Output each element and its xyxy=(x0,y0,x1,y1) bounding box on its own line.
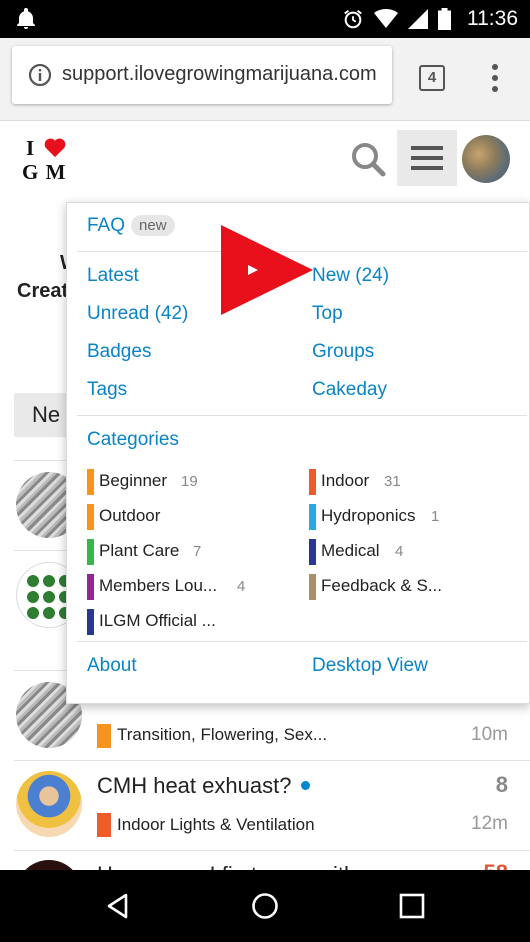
category-color-swatch xyxy=(87,504,94,530)
menu-item-top[interactable]: Top xyxy=(312,303,343,325)
hamburger-icon xyxy=(411,146,443,170)
category-count: 1 xyxy=(431,508,440,525)
category-count: 31 xyxy=(384,473,401,490)
category-color-swatch xyxy=(309,469,316,495)
topic-category[interactable]: Indoor Lights & Ventilation xyxy=(117,815,315,835)
system-navigation-bar xyxy=(0,870,530,942)
clock: 11:36 xyxy=(467,7,518,30)
search-icon[interactable] xyxy=(350,141,386,177)
back-icon[interactable] xyxy=(104,892,132,920)
site-header: I G M xyxy=(0,121,530,199)
category-name[interactable]: Feedback & S... xyxy=(321,576,442,596)
new-badge: new xyxy=(131,215,175,237)
category-color-swatch xyxy=(87,609,94,635)
categories-heading[interactable]: Categories xyxy=(87,429,179,451)
site-logo[interactable]: I G M xyxy=(22,136,70,184)
topic-title-text[interactable]: CMH heat exhuast? xyxy=(97,773,291,798)
browser-toolbar: support.ilovegrowingmarijuana.com 4 xyxy=(0,38,530,121)
hamburger-menu-button[interactable] xyxy=(397,130,457,186)
category-color-swatch xyxy=(87,539,94,565)
heart-icon xyxy=(44,138,66,158)
topic-title[interactable]: CMH heat exhuast? xyxy=(97,773,311,799)
recents-icon[interactable] xyxy=(398,892,426,920)
category-color-swatch xyxy=(97,724,111,748)
background-subheading-fragment: Creat xyxy=(17,280,69,302)
category-name[interactable]: Plant Care xyxy=(99,541,179,561)
menu-item-latest[interactable]: Latest xyxy=(87,265,139,287)
topic-category[interactable]: Transition, Flowering, Sex... xyxy=(117,725,327,745)
avatar[interactable] xyxy=(16,771,82,837)
wifi-icon xyxy=(374,9,398,28)
alarm-icon xyxy=(344,9,362,29)
category-name[interactable]: ILGM Official ... xyxy=(99,611,216,631)
menu-item-about[interactable]: About xyxy=(87,655,137,677)
divider xyxy=(14,850,530,851)
notification-bell-icon xyxy=(17,8,35,29)
new-topic-button[interactable]: Ne xyxy=(14,393,74,437)
topic-age[interactable]: 10m xyxy=(471,724,508,746)
category-name[interactable]: Medical xyxy=(321,541,380,561)
category-count: 19 xyxy=(181,473,198,490)
topic-age[interactable]: 12m xyxy=(471,813,508,835)
category-name[interactable]: Beginner xyxy=(99,471,167,491)
menu-item-new[interactable]: New (24) xyxy=(312,265,389,287)
category-color-swatch xyxy=(309,574,316,600)
category-color-swatch xyxy=(309,539,316,565)
category-count: 7 xyxy=(193,543,202,560)
divider xyxy=(77,415,527,416)
url-text[interactable]: support.ilovegrowingmarijuana.com xyxy=(62,63,388,86)
reply-count[interactable]: 8 xyxy=(496,772,508,798)
category-name[interactable]: Indoor xyxy=(321,471,369,491)
category-count: 4 xyxy=(237,578,246,595)
menu-item-cakeday[interactable]: Cakeday xyxy=(312,379,387,401)
menu-item-badges[interactable]: Badges xyxy=(87,341,151,363)
red-arrow-annotation-icon xyxy=(221,225,313,315)
user-avatar[interactable] xyxy=(462,135,510,183)
logo-line2: G M xyxy=(22,160,67,184)
cellular-signal-icon xyxy=(408,9,428,29)
more-options-icon[interactable] xyxy=(488,63,502,93)
menu-item-tags[interactable]: Tags xyxy=(87,379,127,401)
unread-indicator xyxy=(301,781,311,791)
tab-switcher-button[interactable]: 4 xyxy=(419,65,445,91)
info-icon[interactable] xyxy=(28,63,52,87)
divider xyxy=(14,760,530,761)
category-name[interactable]: Hydroponics xyxy=(321,506,416,526)
battery-icon xyxy=(438,8,451,30)
menu-item-groups[interactable]: Groups xyxy=(312,341,374,363)
category-color-swatch xyxy=(87,574,94,600)
menu-item-faq[interactable]: FAQ new xyxy=(87,215,175,237)
home-icon[interactable] xyxy=(251,892,279,920)
category-name[interactable]: Members Lou... xyxy=(99,576,217,596)
logo-line1: I xyxy=(26,136,35,160)
category-color-swatch xyxy=(309,504,316,530)
faq-label[interactable]: FAQ xyxy=(87,215,125,236)
status-bar: 11:36 xyxy=(0,0,530,38)
divider xyxy=(77,641,527,642)
category-color-swatch xyxy=(97,813,111,837)
menu-item-desktop-view[interactable]: Desktop View xyxy=(312,655,428,677)
menu-item-unread[interactable]: Unread (42) xyxy=(87,303,188,325)
category-color-swatch xyxy=(87,469,94,495)
category-count: 4 xyxy=(395,543,404,560)
address-bar[interactable]: support.ilovegrowingmarijuana.com xyxy=(12,46,392,104)
category-name[interactable]: Outdoor xyxy=(99,506,160,526)
